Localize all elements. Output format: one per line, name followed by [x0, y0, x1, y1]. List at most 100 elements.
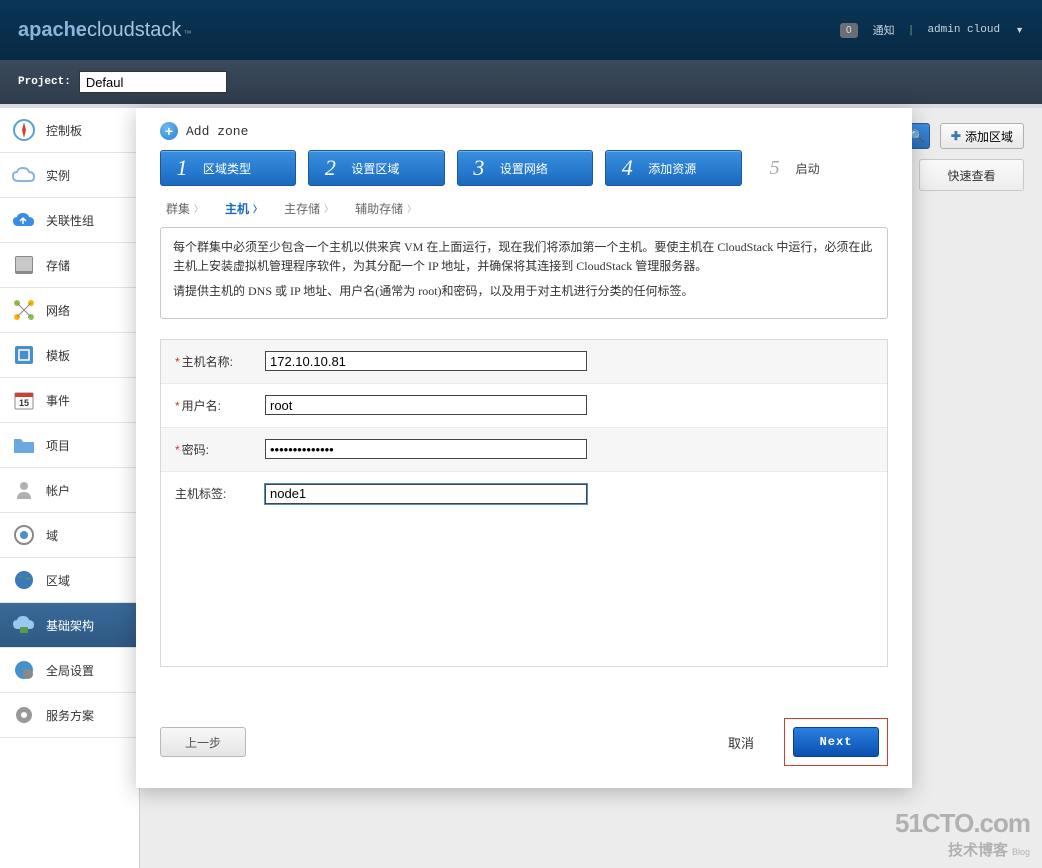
project-select[interactable]	[79, 71, 227, 93]
plus-icon: ✚	[951, 129, 961, 143]
cloud-up-icon	[10, 206, 38, 234]
logo-stack: stack	[135, 19, 182, 42]
dialog-title: Add zone	[186, 124, 248, 139]
sidebar: 控制板 实例 关联性组 存储 网络 模板 15 事件 项目 帐户 域 区域 基础架…	[0, 108, 140, 868]
add-zone-button[interactable]: ✚ 添加区域	[940, 123, 1024, 149]
nav-label: 帐户	[46, 482, 70, 499]
logo-apache: apache	[18, 19, 87, 42]
cloud-icon	[10, 161, 38, 189]
nav-label: 控制板	[46, 122, 82, 139]
nav-label: 区域	[46, 572, 70, 589]
chevron-right-icon: 〉	[253, 202, 262, 215]
nav-storage[interactable]: 存储	[0, 243, 139, 288]
info-box: 每个群集中必须至少包含一个主机以供来宾 VM 在上面运行，现在我们将添加第一个主…	[160, 227, 888, 319]
tab-primary-storage[interactable]: 主存储 〉	[284, 200, 333, 217]
nav-network[interactable]: 网络	[0, 288, 139, 333]
username-input[interactable]	[265, 395, 587, 415]
step-number: 2	[309, 155, 351, 181]
svg-text:15: 15	[19, 398, 29, 408]
notification-label[interactable]: 通知	[873, 22, 895, 38]
nav-dashboard[interactable]: 控制板	[0, 108, 139, 153]
template-icon	[10, 341, 38, 369]
chevron-right-icon: 〉	[324, 202, 333, 215]
previous-button[interactable]: 上一步	[160, 727, 246, 757]
dialog-title-bar: + Add zone	[136, 108, 912, 150]
chevron-down-icon[interactable]: ▼	[1015, 25, 1024, 35]
nav-accounts[interactable]: 帐户	[0, 468, 139, 513]
nav-projects[interactable]: 项目	[0, 423, 139, 468]
step-launch: 5启动	[754, 150, 888, 186]
nav-instances[interactable]: 实例	[0, 153, 139, 198]
info-text-1: 每个群集中必须至少包含一个主机以供来宾 VM 在上面运行，现在我们将添加第一个主…	[173, 238, 875, 276]
nav-label: 基础架构	[46, 617, 94, 634]
tab-secondary-storage[interactable]: 辅助存储 〉	[355, 200, 416, 217]
step-number: 4	[606, 155, 648, 181]
add-zone-label: 添加区域	[965, 128, 1013, 145]
nav-service-offerings[interactable]: 服务方案	[0, 693, 139, 738]
info-text-2: 请提供主机的 DNS 或 IP 地址、用户名(通常为 root)和密码，以及用于…	[173, 282, 875, 301]
infra-icon	[10, 611, 38, 639]
nav-label: 存储	[46, 257, 70, 274]
chevron-right-icon: 〉	[407, 202, 416, 215]
form-spacer	[161, 516, 887, 666]
nav-label: 关联性组	[46, 212, 94, 229]
project-label: Project:	[18, 76, 71, 88]
nav-domains[interactable]: 域	[0, 513, 139, 558]
nav-templates[interactable]: 模板	[0, 333, 139, 378]
quick-view-button[interactable]: 快速查看	[919, 159, 1024, 191]
nav-label: 项目	[46, 437, 70, 454]
host-form: *主机名称: *用户名: *密码: 主机标签:	[160, 339, 888, 667]
logo: apachecloudstack™	[18, 19, 191, 42]
wizard-steps: 1区域类型 2设置区域 3设置网络 4添加资源 5启动	[136, 150, 912, 194]
globe-icon	[10, 566, 38, 594]
hostname-label: *主机名称:	[175, 353, 265, 370]
hostname-input[interactable]	[265, 351, 587, 371]
step-add-resources[interactable]: 4添加资源	[605, 150, 741, 186]
topbar: apachecloudstack™ 0 通知 | admin cloud ▼	[0, 0, 1042, 60]
step-number: 3	[458, 155, 500, 181]
nav-infrastructure[interactable]: 基础架构	[0, 603, 139, 648]
form-row-password: *密码:	[161, 428, 887, 472]
tab-host[interactable]: 主机 〉	[225, 200, 262, 217]
sub-header: Project:	[0, 60, 1042, 108]
folder-icon	[10, 431, 38, 459]
separator: |	[910, 24, 913, 36]
step-setup-network[interactable]: 3设置网络	[457, 150, 593, 186]
next-button[interactable]: Next	[793, 727, 879, 757]
nav-regions[interactable]: 区域	[0, 558, 139, 603]
notification-count-badge[interactable]: 0	[840, 23, 858, 38]
globe-gear-icon	[10, 656, 38, 684]
form-row-tag: 主机标签:	[161, 472, 887, 516]
cancel-link[interactable]: 取消	[728, 733, 754, 752]
chevron-right-icon: 〉	[194, 202, 203, 215]
topbar-right: 0 通知 | admin cloud ▼	[840, 22, 1024, 38]
logo-cloud: cloud	[87, 19, 135, 42]
footer-right: 取消 Next	[728, 718, 888, 766]
password-input[interactable]	[265, 439, 587, 459]
nav-global-settings[interactable]: 全局设置	[0, 648, 139, 693]
step-label: 设置区域	[351, 160, 399, 177]
nav-label: 网络	[46, 302, 70, 319]
step-zone-type[interactable]: 1区域类型	[160, 150, 296, 186]
form-row-hostname: *主机名称:	[161, 340, 887, 384]
password-label: *密码:	[175, 441, 265, 458]
disk-icon	[10, 251, 38, 279]
user-menu[interactable]: admin cloud	[927, 24, 1000, 36]
sub-tabs: 群集〉 主机 〉 主存储 〉 辅助存储 〉	[136, 194, 912, 221]
nav-label: 服务方案	[46, 707, 94, 724]
nav-affinity[interactable]: 关联性组	[0, 198, 139, 243]
user-icon	[10, 476, 38, 504]
tab-cluster[interactable]: 群集〉	[166, 200, 203, 217]
step-setup-zone[interactable]: 2设置区域	[308, 150, 444, 186]
network-icon	[10, 296, 38, 324]
nav-label: 实例	[46, 167, 70, 184]
gear-icon	[10, 701, 38, 729]
nav-label: 事件	[46, 392, 70, 409]
logo-tm: ™	[183, 29, 191, 38]
step-number: 1	[161, 155, 203, 181]
host-tag-input[interactable]	[265, 484, 587, 504]
step-label: 添加资源	[648, 160, 696, 177]
target-icon	[10, 521, 38, 549]
nav-events[interactable]: 15 事件	[0, 378, 139, 423]
username-label: *用户名:	[175, 397, 265, 414]
